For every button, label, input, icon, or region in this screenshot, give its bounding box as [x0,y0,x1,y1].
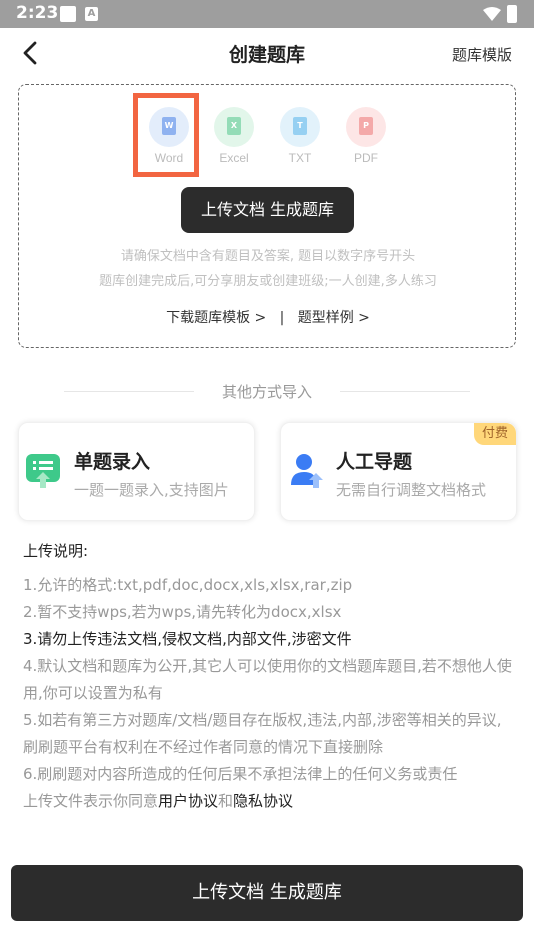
upload-notes-title: 上传说明: [23,542,89,560]
agreement-line: 上传文件表示你同意用户协议和隐私协议 [23,788,515,815]
user-upload-icon [291,454,323,488]
agreement-prefix: 上传文件表示你同意 [23,792,159,810]
format-txt: T TXT [275,107,325,165]
other-import-divider: 其他方式导入 [64,381,470,401]
excel-icon: X [214,107,254,147]
agreement-and: 和 [218,792,234,810]
single-entry-title: 单题录入 [74,451,151,473]
format-label: PDF [354,151,378,165]
upload-document-button[interactable]: 上传文档 生成题库 [181,187,354,233]
manual-import-title: 人工导题 [336,451,413,473]
list-upload-icon [26,454,60,488]
question-bank-template-link[interactable]: 题库模版 [452,44,512,65]
note-item: 5.如若有第三方对题库/文档/题目存在版权,违法,内部,涉密等相关的异议,刷刷题… [23,711,502,756]
note-item: 3.请勿上传违法文档,侵权文档,内部文件,涉密文件 [23,630,352,648]
privacy-policy-link[interactable]: 隐私协议 [233,792,293,810]
pdf-icon: P [346,107,386,147]
note-item: 6.刷刷题对内容所造成的任何后果不承担法律上的任何义务或责任 [23,765,458,783]
sim-icon: A [85,7,98,21]
upload-area[interactable]: W Word X Excel T TXT P PDF 上传文档 生成题库 请确保… [18,84,516,348]
note-item: 4.默认文档和题库为公开,其它人可以使用你的文档题库题目,若不想他人使用,你可以… [23,657,512,702]
manual-import-desc: 无需自行调整文档格式 [336,481,487,499]
paid-badge: 付费 [474,423,516,445]
single-entry-desc: 一题一题录入,支持图片 [74,481,229,499]
question-type-sample-link[interactable]: 题型样例 > [298,310,370,326]
format-pdf: P PDF [341,107,391,165]
notification-icon [60,6,76,22]
top-bar: 创建题库 题库模版 [0,28,534,78]
upload-hint-2: 题库创建完成后,可分享朋友或创建班级;一人创建,多人练习 [99,274,437,289]
wifi-icon [483,7,501,21]
format-label: Excel [219,151,249,165]
battery-icon [507,5,517,23]
single-question-entry-card[interactable]: 单题录入 一题一题录入,支持图片 [18,422,255,521]
status-time: 2:23 [16,3,59,23]
upload-generate-button[interactable]: 上传文档 生成题库 [11,865,523,921]
other-import-label: 其他方式导入 [221,383,312,401]
note-item: 2.暂不支持wps,若为wps,请先转化为docx,xlsx [23,603,342,621]
manual-import-card[interactable]: 付费 人工导题 无需自行调整文档格式 [280,422,517,521]
format-label: TXT [288,151,312,165]
txt-icon: T [280,107,320,147]
user-agreement-link[interactable]: 用户协议 [158,792,218,810]
download-template-link[interactable]: 下载题库模板 > [166,310,266,326]
highlight-frame [133,93,199,177]
upload-hint-1: 请确保文档中含有题目及答案, 题目以数字序号开头 [120,249,416,264]
note-item: 1.允许的格式:txt,pdf,doc,docx,xls,xlsx,rar,zi… [23,576,353,594]
template-links: 下载题库模板 > | 题型样例 > [19,307,517,327]
link-separator: | [279,310,285,326]
format-excel: X Excel [209,107,259,165]
status-bar: 2:23 A [0,0,534,28]
